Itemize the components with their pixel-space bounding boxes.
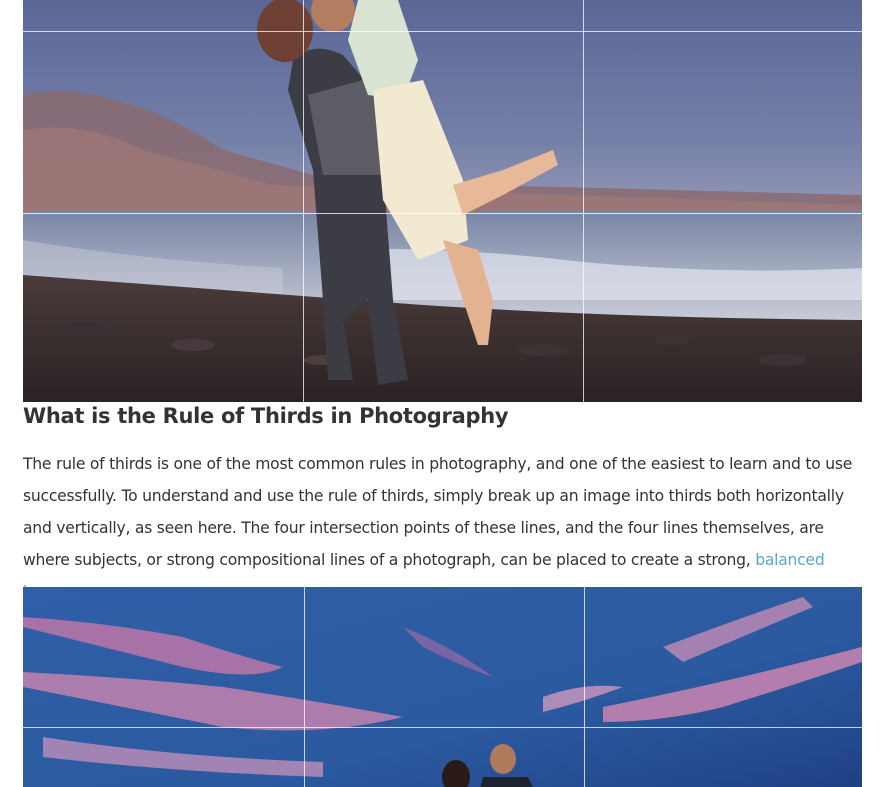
grid-line-vertical-1 (304, 587, 305, 787)
paragraph-text: The rule of thirds is one of the most co… (23, 455, 853, 569)
grid-line-horizontal-1 (23, 31, 862, 32)
sunset-couple-image (23, 587, 862, 787)
grid-line-horizontal-1 (23, 727, 862, 728)
rule-of-thirds-sunset-photo (23, 587, 862, 787)
grid-line-vertical-2 (583, 0, 584, 402)
grid-line-horizontal-2 (23, 213, 862, 214)
article-heading: What is the Rule of Thirds in Photograph… (23, 404, 509, 428)
rule-of-thirds-beach-photo (23, 0, 862, 402)
grid-line-vertical-2 (584, 587, 585, 787)
article-paragraph: The rule of thirds is one of the most co… (23, 448, 862, 608)
beach-couple-image (23, 0, 862, 402)
grid-line-vertical-1 (303, 0, 304, 402)
